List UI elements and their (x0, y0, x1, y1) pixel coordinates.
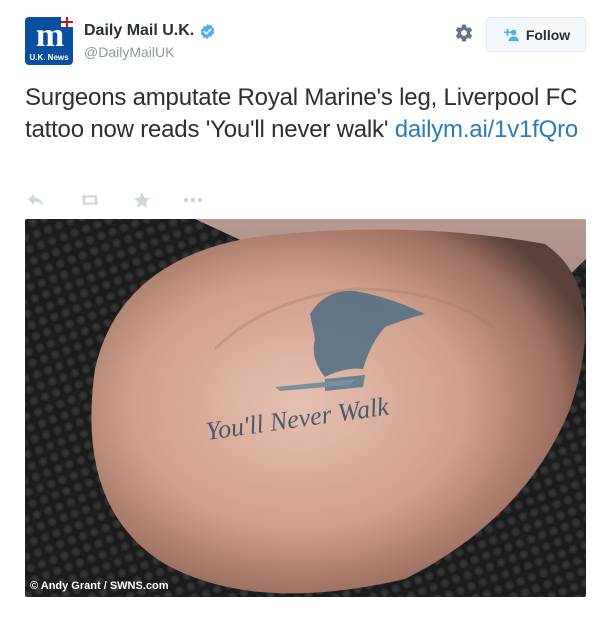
favorite-icon[interactable] (133, 192, 151, 208)
follow-button[interactable]: Follow (486, 17, 586, 52)
display-name[interactable]: Daily Mail U.K. (84, 22, 194, 40)
account-handle[interactable]: @DailyMailUK (84, 44, 174, 60)
amputated-leg-tattoo-image: You'll Never Walk (25, 219, 586, 597)
follow-label: Follow (525, 26, 571, 43)
more-icon[interactable] (183, 192, 203, 208)
verified-badge-icon (201, 23, 215, 39)
account-name-row[interactable]: Daily Mail U.K. (84, 22, 216, 40)
tweet-text: Surgeons amputate Royal Marine's leg, Li… (25, 82, 585, 146)
tweet-photo[interactable]: You'll Never Walk © Andy Grant / SWNS.co… (25, 219, 586, 597)
photo-credit: © Andy Grant / SWNS.com (30, 580, 169, 592)
avatar[interactable]: m U.K. News (25, 17, 73, 65)
reply-icon[interactable] (27, 192, 45, 208)
retweet-icon[interactable] (80, 192, 100, 208)
gear-icon[interactable] (454, 23, 474, 43)
add-user-icon (503, 28, 519, 41)
union-flag-icon (61, 17, 73, 27)
tweet-link[interactable]: dailym.ai/1v1fQro (395, 116, 579, 143)
tweet-actions (27, 192, 203, 208)
avatar-caption: U.K. News (29, 53, 69, 62)
